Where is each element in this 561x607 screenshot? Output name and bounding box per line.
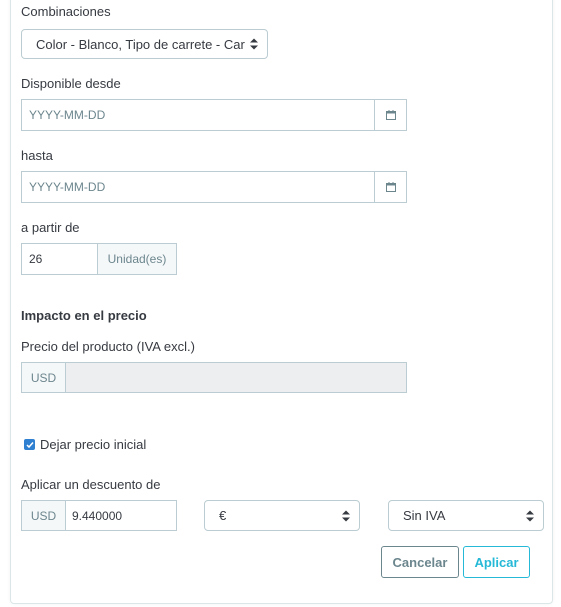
from-quantity-input[interactable]: 26 [22,244,97,274]
product-price-input-group: USD [21,362,407,393]
until-date-input[interactable]: YYYY-MM-DD [21,171,407,203]
calendar-icon[interactable] [374,172,406,202]
discount-amount-input[interactable]: 9.440000 [66,501,176,530]
until-field[interactable]: YYYY-MM-DD [22,172,374,202]
keep-initial-price-row[interactable]: Dejar precio inicial [24,437,146,452]
checkmark-icon[interactable] [24,439,35,450]
available-from-label: Disponible desde [21,76,121,91]
product-price-input [66,363,406,392]
price-currency-addon: USD [22,363,66,392]
discount-tax-selected-value: Sin IVA [403,508,446,523]
combinations-selected-value: Color - Blanco, Tipo de carrete - Car [36,36,245,52]
price-impact-heading: Impacto en el precio [21,308,147,323]
updown-caret-icon [526,510,534,521]
quantity-unit-addon: Unidad(es) [97,244,176,274]
combinations-label: Combinaciones [21,4,111,19]
cancel-button[interactable]: Cancelar [381,546,459,578]
calendar-icon[interactable] [374,100,406,130]
specific-price-panel: Combinaciones Color - Blanco, Tipo de ca… [10,0,553,604]
from-quantity-input-group: 26 Unidad(es) [21,243,177,275]
available-from-date-input[interactable]: YYYY-MM-DD [21,99,407,131]
updown-caret-icon [342,510,350,521]
product-price-label: Precio del producto (IVA excl.) [21,339,195,354]
discount-type-select[interactable]: € [204,500,360,531]
from-quantity-label: a partir de [21,220,80,235]
combinations-select[interactable]: Color - Blanco, Tipo de carrete - Car [21,29,268,59]
discount-label: Aplicar un descuento de [21,477,161,492]
keep-initial-price-label: Dejar precio inicial [40,437,147,452]
apply-button[interactable]: Aplicar [463,546,530,578]
discount-input-group: USD 9.440000 [21,500,177,531]
discount-type-selected-value: € [219,508,227,523]
discount-currency-addon: USD [22,501,66,530]
discount-tax-select[interactable]: Sin IVA [388,500,544,531]
available-from-field[interactable]: YYYY-MM-DD [22,100,374,130]
updown-caret-icon [250,38,258,50]
until-label: hasta [21,148,53,163]
